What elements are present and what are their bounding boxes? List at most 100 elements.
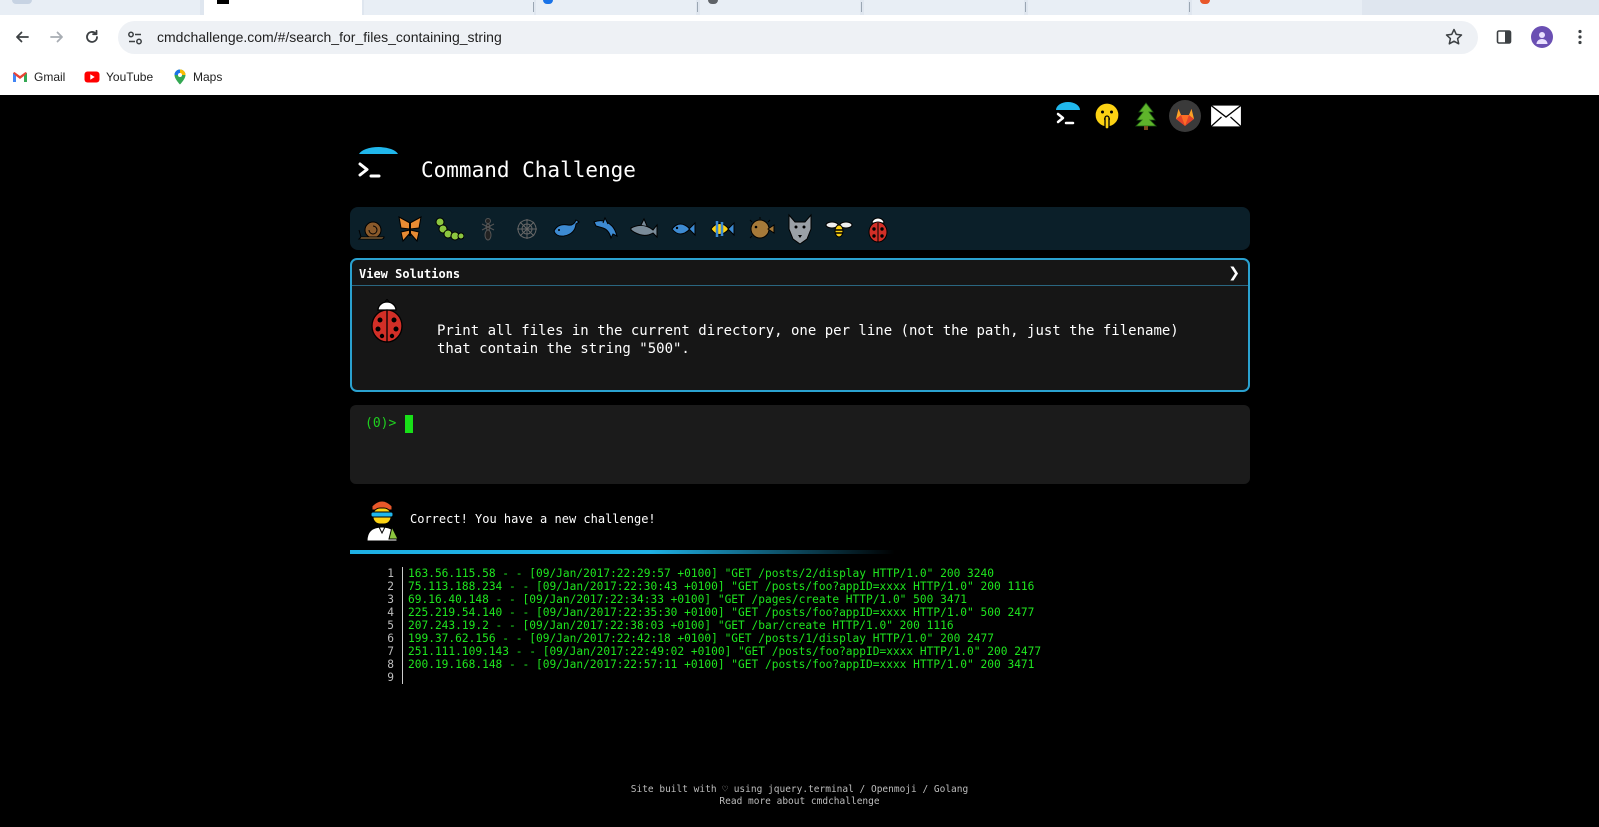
- reload-icon: [86, 29, 98, 43]
- tab-favicon-icon: [708, 0, 718, 4]
- scientist-icon: [366, 500, 399, 541]
- bookmark-maps[interactable]: Maps: [173, 67, 222, 87]
- output-line: 9: [370, 671, 1110, 684]
- footer-credits: Site built with ♡ using jquery.terminal …: [630, 784, 969, 795]
- address-bar[interactable]: cmdchallenge.com/#/search_for_files_cont…: [118, 21, 1478, 54]
- line-text: 69.16.40.148 - - [09/Jan/2017:22:34:33 +…: [408, 593, 968, 606]
- browser-tab[interactable]: [1192, 0, 1362, 15]
- forward-arrow-icon: [50, 31, 63, 43]
- terminal-logo-icon: [1056, 102, 1080, 125]
- line-number: 2: [387, 580, 394, 593]
- output-line: 6 199.37.62.156 - - [09/Jan/2017:22:42:18…: [370, 632, 1110, 645]
- spider-web-icon: [517, 219, 537, 239]
- profile-button[interactable]: [1528, 23, 1556, 51]
- tree-link[interactable]: [1129, 99, 1163, 133]
- bookmark-label: Maps: [193, 70, 223, 84]
- browser-tab-active[interactable]: [204, 0, 362, 15]
- output-line: 3 69.16.40.148 - - [09/Jan/2017:22:34:33 …: [370, 593, 1110, 606]
- line-number: 8: [387, 658, 394, 671]
- challenge-panel: View Solutions ❯ Print all files in the …: [350, 258, 1250, 392]
- ant-icon: [481, 218, 495, 241]
- reload-button[interactable]: [78, 23, 106, 51]
- line-gutter-divider: [402, 658, 403, 671]
- line-gutter-divider: [402, 567, 403, 580]
- line-number: 1: [387, 567, 394, 580]
- challenge-dolphin[interactable]: [588, 212, 622, 246]
- challenge-description: Print all files in the current directory…: [437, 322, 1227, 358]
- challenge-bee[interactable]: [822, 212, 856, 246]
- browser-menu-button[interactable]: [1566, 23, 1594, 51]
- dolphin-icon: [593, 216, 618, 240]
- chevron-right-icon: ❯: [1228, 265, 1240, 281]
- line-text: 200.19.168.148 - - [09/Jan/2017:22:57:11…: [408, 658, 1035, 671]
- browser-tab[interactable]: [364, 0, 534, 15]
- line-gutter-divider: [402, 632, 403, 645]
- fish-icon: [671, 221, 696, 237]
- footer-about-link[interactable]: Read more about cmdchallenge: [0, 796, 1599, 808]
- tab-separator: [1189, 2, 1190, 12]
- bookmark-youtube[interactable]: YouTube: [84, 67, 153, 87]
- challenge-spider-web[interactable]: [510, 212, 544, 246]
- site-settings-icon: [128, 31, 142, 45]
- wolf-icon: [788, 213, 812, 245]
- line-number: 9: [387, 671, 394, 684]
- ladybug-icon: [868, 217, 888, 243]
- browser-tab[interactable]: [0, 0, 200, 15]
- browser-tab[interactable]: [700, 0, 860, 15]
- view-solutions-label: View Solutions: [359, 267, 461, 281]
- line-gutter-divider: [402, 593, 403, 606]
- tropical-fish-icon: [710, 221, 735, 237]
- output-line: 4 225.219.54.140 - - [09/Jan/2017:22:35:3…: [370, 606, 1110, 619]
- output-line: 7 251.111.109.143 - - [09/Jan/2017:22:49:…: [370, 645, 1110, 658]
- gitlab-icon: [1169, 100, 1201, 132]
- envelope-icon: [1209, 104, 1243, 128]
- line-gutter-divider: [402, 671, 403, 684]
- browser-tab[interactable]: [1028, 0, 1188, 15]
- line-number: 5: [387, 619, 394, 632]
- contact-link[interactable]: [1208, 99, 1244, 133]
- tab-separator: [533, 2, 534, 12]
- bookmark-star-icon[interactable]: [1444, 27, 1464, 47]
- back-button[interactable]: [8, 23, 36, 51]
- view-solutions-toggle[interactable]: View Solutions ❯: [352, 260, 1248, 286]
- challenge-blowfish[interactable]: [744, 212, 778, 246]
- side-panel-button[interactable]: [1490, 23, 1518, 51]
- challenge-shark[interactable]: [627, 212, 661, 246]
- output-line: 8 200.19.168.148 - - [09/Jan/2017:22:57:1…: [370, 658, 1110, 671]
- terminal-prompt: (0)>: [365, 416, 397, 431]
- challenge-progress-bar: [350, 550, 895, 554]
- shushing-face-icon: [1094, 102, 1120, 130]
- ladybug-icon: [371, 299, 403, 343]
- challenge-snail[interactable]: [354, 212, 388, 246]
- browser-tab[interactable]: [864, 0, 1024, 15]
- home-link[interactable]: [1051, 99, 1085, 133]
- line-text: 225.219.54.140 - - [09/Jan/2017:22:35:30…: [408, 606, 1035, 619]
- forward-button[interactable]: [43, 23, 71, 51]
- page-footer: Site built with ♡ using jquery.terminal …: [0, 784, 1599, 808]
- challenge-tropical-fish[interactable]: [705, 212, 739, 246]
- output-line: 5 207.243.19.2 - - [09/Jan/2017:22:38:03 …: [370, 619, 1110, 632]
- blowfish-icon: [749, 217, 775, 239]
- challenge-description-line: that contain the string "500".: [437, 341, 690, 357]
- challenge-navigation-bar: [350, 207, 1250, 250]
- challenge-butterfly[interactable]: [393, 212, 427, 246]
- bookmark-gmail[interactable]: Gmail: [12, 67, 65, 87]
- terminal-input[interactable]: (0)>: [350, 405, 1250, 484]
- challenge-ant[interactable]: [471, 212, 505, 246]
- page-content: Command Challenge View Solutions ❯ Print…: [0, 95, 1599, 827]
- challenge-wolf[interactable]: [783, 212, 817, 246]
- challenge-whale[interactable]: [549, 212, 583, 246]
- snail-icon: [357, 221, 385, 240]
- browser-toolbar: cmdchallenge.com/#/search_for_files_cont…: [0, 15, 1599, 59]
- page-title: Command Challenge: [421, 158, 636, 182]
- result-text: Correct! You have a new challenge!: [410, 512, 656, 526]
- challenge-fish[interactable]: [666, 212, 700, 246]
- browser-tab[interactable]: [536, 0, 696, 15]
- challenge-ladybug[interactable]: [861, 212, 895, 246]
- hints-link[interactable]: [1090, 99, 1124, 133]
- tab-favicon-icon: [1200, 0, 1210, 4]
- challenge-caterpillar[interactable]: [432, 212, 466, 246]
- side-panel-icon: [1496, 30, 1512, 44]
- gitlab-link[interactable]: [1168, 99, 1202, 133]
- profile-avatar: [1531, 26, 1553, 48]
